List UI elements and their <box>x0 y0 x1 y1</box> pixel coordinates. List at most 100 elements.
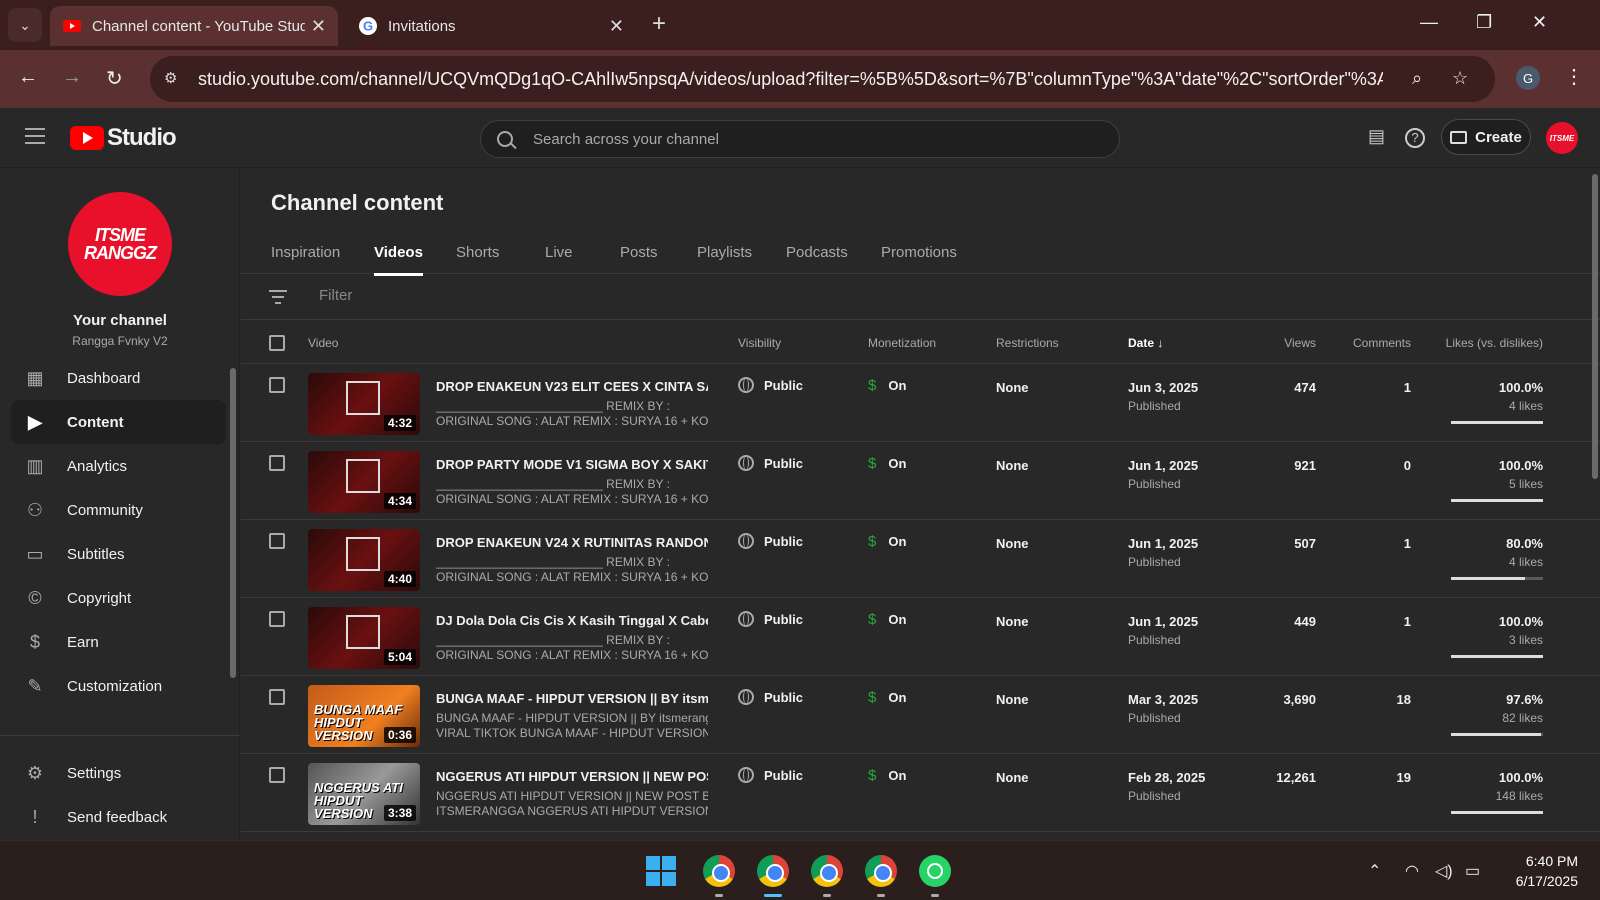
studio-logo[interactable]: Studio <box>70 124 177 152</box>
row-checkbox[interactable] <box>269 767 285 783</box>
monetization-cell[interactable]: $ On <box>868 611 906 628</box>
video-title[interactable]: NGGERUS ATI HIPDUT VERSION || NEW POST B… <box>436 769 708 784</box>
sidebar-scrollbar[interactable] <box>230 368 236 678</box>
forward-icon[interactable]: → <box>62 66 82 89</box>
video-title[interactable]: DROP PARTY MODE V1 SIGMA BOY X SAKIT HA.… <box>436 457 708 472</box>
monetization-cell[interactable]: $ On <box>868 689 906 706</box>
visibility-cell[interactable]: Public <box>738 377 803 393</box>
row-checkbox[interactable] <box>269 377 285 393</box>
main-scrollbar[interactable] <box>1592 174 1598 479</box>
col-restrictions[interactable]: Restrictions <box>996 336 1059 350</box>
sidebar-item-settings[interactable]: ⚙ Settings <box>11 751 226 795</box>
sidebar-item-customization[interactable]: ✎ Customization <box>11 664 226 708</box>
table-row[interactable]: NGGERUS ATI HIPDUT VERSION 3:38 NGGERUS AT… <box>241 754 1600 832</box>
browser-tab-invitations[interactable]: G Invitations ✕ <box>346 6 636 46</box>
col-date[interactable]: Date ↓ <box>1128 336 1163 350</box>
table-row[interactable]: 4:40 DROP ENAKEUN V24 X RUTINITAS RANDONG… <box>241 520 1600 598</box>
whatsapp-taskbar-icon[interactable] <box>919 855 951 887</box>
video-thumbnail[interactable]: 4:40 <box>308 529 420 591</box>
comments-cell[interactable]: 18 <box>1351 692 1411 707</box>
chrome-taskbar-icon[interactable] <box>865 855 897 887</box>
video-title[interactable]: DROP ENAKEUN V24 X RUTINITAS RANDONG X .… <box>436 535 708 550</box>
tab-inspiration[interactable]: Inspiration <box>271 244 340 261</box>
video-thumbnail[interactable]: 5:04 <box>308 607 420 669</box>
visibility-cell[interactable]: Public <box>738 533 803 549</box>
comments-cell[interactable]: 1 <box>1351 614 1411 629</box>
monetization-cell[interactable]: $ On <box>868 377 906 394</box>
filter-input[interactable] <box>319 287 719 304</box>
col-views[interactable]: Views <box>1276 336 1316 350</box>
visibility-cell[interactable]: Public <box>738 611 803 627</box>
tab-posts[interactable]: Posts <box>620 244 658 261</box>
visibility-cell[interactable]: Public <box>738 455 803 471</box>
browser-profile-avatar[interactable]: G <box>1516 66 1540 90</box>
browser-tab-active[interactable]: Channel content - YouTube Studio ✕ <box>50 6 338 46</box>
video-title[interactable]: DROP ENAKEUN V23 ELIT CEES X CINTA SATU … <box>436 379 708 394</box>
back-icon[interactable]: ← <box>18 66 38 89</box>
video-thumbnail[interactable]: 4:34 <box>308 451 420 513</box>
sidebar-item-send-feedback[interactable]: ! Send feedback <box>11 795 226 839</box>
monetization-cell[interactable]: $ On <box>868 767 906 784</box>
video-title[interactable]: DJ Dola Dola Cis Cis X Kasih Tinggal X C… <box>436 613 708 628</box>
address-bar[interactable]: ⚙ studio.youtube.com/channel/UCQVmQDg1qO… <box>150 56 1495 102</box>
monetization-cell[interactable]: $ On <box>868 533 906 550</box>
comments-cell[interactable]: 1 <box>1351 380 1411 395</box>
row-checkbox[interactable] <box>269 455 285 471</box>
site-info-icon[interactable]: ⚙ <box>164 69 184 89</box>
row-checkbox[interactable] <box>269 689 285 705</box>
table-row[interactable]: BUNGA MAAF HIPDUT VERSION 0:36 BUNGA MAAF … <box>241 676 1600 754</box>
hamburger-menu-icon[interactable] <box>25 128 45 144</box>
tab-promotions[interactable]: Promotions <box>881 244 957 261</box>
video-thumbnail[interactable]: 4:32 <box>308 373 420 435</box>
comments-cell[interactable]: 0 <box>1351 458 1411 473</box>
reload-icon[interactable]: ↻ <box>106 66 123 91</box>
messages-icon[interactable]: ▤ <box>1368 126 1385 147</box>
sidebar-item-analytics[interactable]: ▥ Analytics <box>11 444 226 488</box>
search-input[interactable] <box>533 130 1093 148</box>
chevron-up-icon[interactable]: ⌃ <box>1368 861 1381 881</box>
close-tab-icon[interactable]: ✕ <box>609 16 624 37</box>
video-thumbnail[interactable]: NGGERUS ATI HIPDUT VERSION 3:38 <box>308 763 420 825</box>
tab-shorts[interactable]: Shorts <box>456 244 499 261</box>
monetization-cell[interactable]: $ On <box>868 455 906 472</box>
video-title[interactable]: BUNGA MAAF - HIPDUT VERSION || BY itsmer… <box>436 691 708 706</box>
chrome-taskbar-icon[interactable] <box>703 855 735 887</box>
windows-start-icon[interactable] <box>646 856 676 886</box>
filter-icon[interactable] <box>269 290 287 308</box>
table-row[interactable]: 4:34 DROP PARTY MODE V1 SIGMA BOY X SAKIT… <box>241 442 1600 520</box>
tab-playlists[interactable]: Playlists <box>697 244 752 261</box>
url-text[interactable]: studio.youtube.com/channel/UCQVmQDg1qO-C… <box>198 69 1383 90</box>
volume-icon[interactable]: ◁) <box>1435 861 1453 881</box>
bookmark-star-icon[interactable]: ☆ <box>1452 68 1468 89</box>
minimize-icon[interactable]: — <box>1420 12 1438 33</box>
row-checkbox[interactable] <box>269 611 285 627</box>
col-visibility[interactable]: Visibility <box>738 336 781 350</box>
tab-search-button[interactable]: ⌄ <box>8 8 42 42</box>
tab-videos[interactable]: Videos <box>374 244 423 276</box>
battery-icon[interactable]: ▭ <box>1465 861 1480 881</box>
help-icon[interactable]: ? <box>1405 128 1425 148</box>
visibility-cell[interactable]: Public <box>738 689 803 705</box>
new-tab-icon[interactable]: + <box>652 10 666 38</box>
col-comments[interactable]: Comments <box>1341 336 1411 350</box>
system-clock[interactable]: 6:40 PM 6/17/2025 <box>1498 851 1578 891</box>
search-box[interactable] <box>480 120 1120 158</box>
comments-cell[interactable]: 1 <box>1351 536 1411 551</box>
sidebar-item-subtitles[interactable]: ▭ Subtitles <box>11 532 226 576</box>
sidebar-item-content[interactable]: ▶ Content <box>11 400 226 444</box>
account-avatar[interactable]: ITSME <box>1546 122 1578 154</box>
browser-menu-icon[interactable]: ⋮ <box>1564 64 1584 89</box>
sidebar-item-community[interactable]: ⚇ Community <box>11 488 226 532</box>
visibility-cell[interactable]: Public <box>738 767 803 783</box>
restore-icon[interactable]: ❐ <box>1476 12 1492 33</box>
wifi-icon[interactable]: ◠ <box>1405 861 1419 881</box>
close-window-icon[interactable]: ✕ <box>1532 12 1547 33</box>
select-all-checkbox[interactable] <box>269 335 285 351</box>
col-likes[interactable]: Likes (vs. dislikes) <box>1431 336 1543 350</box>
sidebar-item-dashboard[interactable]: ▦ Dashboard <box>11 356 226 400</box>
zoom-icon[interactable]: ⌕ <box>1412 68 1422 89</box>
sidebar-item-earn[interactable]: $ Earn <box>11 620 226 664</box>
channel-avatar[interactable]: ITSME RANGGZ <box>68 192 172 296</box>
comments-cell[interactable]: 19 <box>1351 770 1411 785</box>
close-tab-icon[interactable]: ✕ <box>311 16 326 37</box>
